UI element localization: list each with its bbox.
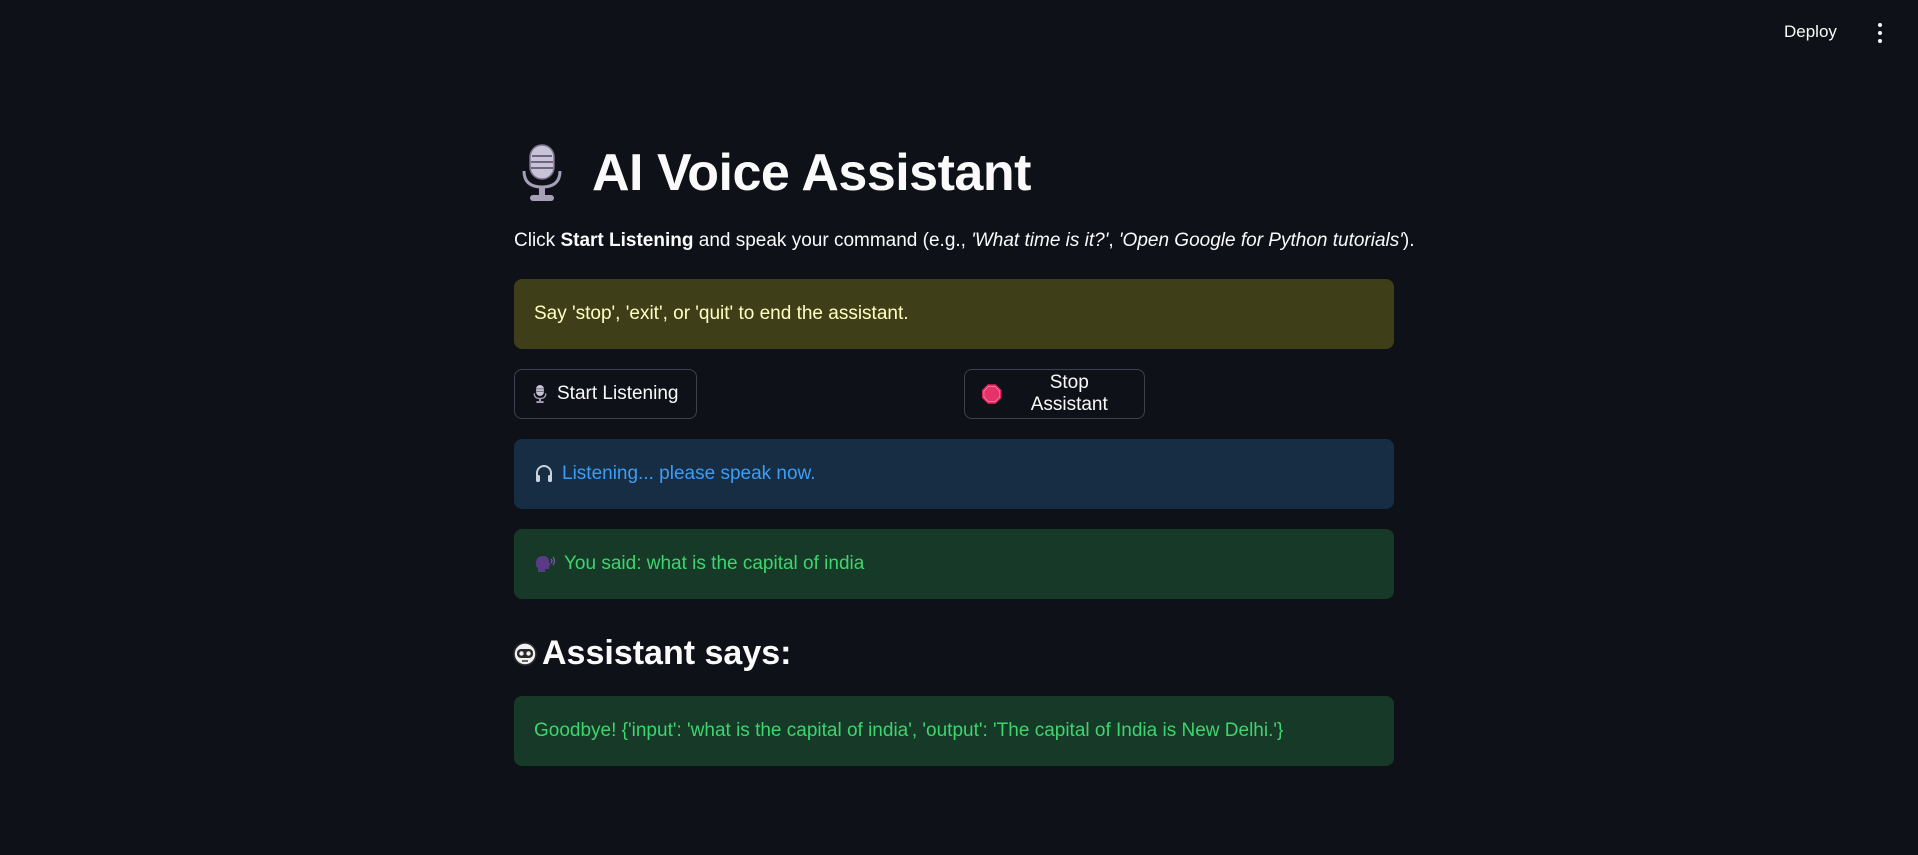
warning-alert: Say 'stop', 'exit', or 'quit' to end the… <box>514 279 1394 349</box>
start-listening-button[interactable]: Start Listening <box>514 369 697 419</box>
listening-status-text: Listening... please speak now. <box>562 463 816 484</box>
assistant-response-heading: Assistant says: <box>512 634 791 673</box>
deploy-button[interactable]: Deploy <box>1784 22 1837 42</box>
assistant-response-text: Goodbye! {'input': 'what is the capital … <box>534 720 1284 741</box>
assistant-response-heading-text: Assistant says: <box>542 634 792 672</box>
page-title: AI Voice Assistant <box>592 144 1031 202</box>
page-title-row: AI Voice Assistant <box>514 140 1031 206</box>
app-header: Deploy <box>0 0 1918 68</box>
robot-icon <box>513 641 537 666</box>
microphone-icon <box>533 385 547 403</box>
stop-sign-icon <box>981 384 1002 404</box>
heard-command-text: You said: what is the capital of india <box>564 553 865 574</box>
speaking-head-icon <box>535 556 556 572</box>
stop-assistant-button[interactable]: Stop Assistant <box>964 369 1145 419</box>
heard-command-alert: You said: what is the capital of india <box>514 529 1394 599</box>
warning-text: Say 'stop', 'exit', or 'quit' to end the… <box>534 303 909 324</box>
start-listening-label: Start Listening <box>557 383 679 404</box>
microphone-icon <box>522 144 562 201</box>
kebab-menu-icon[interactable] <box>1874 23 1886 43</box>
listening-status-alert: Listening... please speak now. <box>514 439 1394 509</box>
stop-assistant-label: Stop Assistant <box>1030 372 1108 415</box>
intro-text: Click Start Listening and speak your com… <box>514 230 1415 251</box>
assistant-response-alert: Goodbye! {'input': 'what is the capital … <box>514 696 1394 766</box>
headphones-icon <box>536 465 552 482</box>
